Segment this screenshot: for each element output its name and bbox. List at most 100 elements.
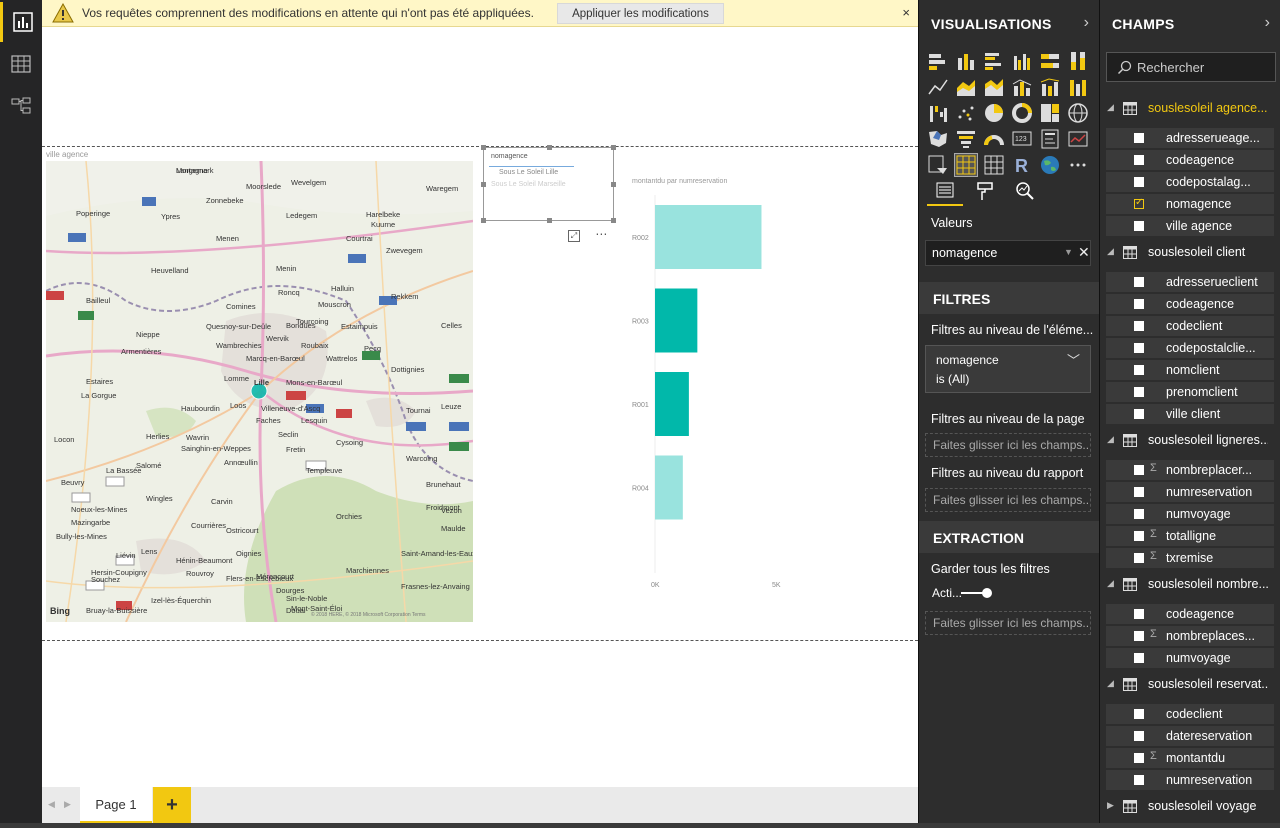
field-item[interactable]: Σnombreplaces... (1106, 626, 1274, 646)
field-item[interactable]: codeclient (1106, 704, 1274, 724)
field-checkbox[interactable] (1134, 731, 1144, 741)
focus-mode-icon[interactable]: ⤢ (568, 230, 580, 242)
field-table[interactable]: ◢ souslesoleil nombre... (1100, 574, 1280, 596)
field-item[interactable]: codeagence (1106, 150, 1274, 170)
page-filters-drop-zone[interactable]: Faites glisser ici les champs... (925, 433, 1091, 457)
tab-analytics[interactable] (1007, 176, 1043, 206)
field-checkbox[interactable] (1134, 197, 1144, 209)
chevron-down-icon[interactable]: ◢ (1107, 246, 1114, 257)
stacked-bar-icon[interactable] (927, 50, 949, 72)
fields-search-input[interactable]: Rechercher (1106, 52, 1276, 82)
resize-handle[interactable] (481, 145, 486, 150)
field-checkbox[interactable] (1134, 409, 1144, 419)
field-item[interactable]: Σtotalligne (1106, 526, 1274, 546)
field-checkbox[interactable] (1134, 133, 1144, 143)
field-checkbox[interactable] (1134, 509, 1144, 519)
field-checkbox[interactable] (1134, 321, 1144, 331)
bar-r002[interactable] (655, 205, 762, 269)
field-item[interactable]: Σtxremise (1106, 548, 1274, 568)
bar-r004[interactable] (655, 455, 683, 520)
field-checkbox[interactable] (1134, 653, 1144, 663)
bar-r003[interactable] (655, 288, 698, 353)
field-checkbox[interactable] (1134, 365, 1144, 375)
field-item[interactable]: prenomclient (1106, 382, 1274, 402)
bar-chart[interactable]: montantdu par numreservation R002 R003 R00… (622, 173, 822, 603)
field-item[interactable]: codepostalclie... (1106, 338, 1274, 358)
waterfall-icon[interactable] (927, 102, 949, 124)
area-chart-icon[interactable] (955, 76, 977, 98)
slicer-item[interactable]: Sous Le Soleil Marseille (491, 181, 566, 188)
more-options-icon[interactable]: ⋯ (595, 227, 607, 241)
field-item[interactable]: ville client (1106, 404, 1274, 424)
table-visual-icon[interactable] (954, 153, 978, 177)
multi-row-card-icon[interactable] (1039, 128, 1061, 150)
stacked-area-icon[interactable] (983, 76, 1005, 98)
apply-changes-button[interactable]: Appliquer les modifications (557, 3, 724, 24)
resize-handle[interactable] (547, 218, 552, 223)
tab-fields[interactable] (927, 176, 963, 206)
line-chart-icon[interactable] (927, 76, 949, 98)
field-item[interactable]: ville agence (1106, 216, 1274, 236)
field-table[interactable]: ◢ souslesoleil agence... (1100, 98, 1280, 120)
chevron-down-icon[interactable]: ◢ (1107, 678, 1114, 689)
tab-page-1[interactable]: Page 1 (80, 787, 152, 823)
slicer-icon[interactable] (927, 154, 949, 176)
donut-chart-icon[interactable] (1011, 102, 1033, 124)
field-table[interactable]: ▶ souslesoleil voyage (1100, 796, 1280, 818)
chevron-right-icon[interactable]: › (1084, 14, 1089, 32)
model-view-button[interactable] (0, 86, 42, 126)
treemap-icon[interactable] (1039, 102, 1061, 124)
arcgis-map-icon[interactable] (1039, 154, 1061, 176)
field-checkbox[interactable] (1134, 753, 1144, 763)
stacked-column-icon[interactable] (955, 50, 977, 72)
field-checkbox[interactable] (1134, 221, 1144, 231)
field-checkbox[interactable] (1134, 277, 1144, 287)
line-clustered-column-icon[interactable] (1011, 76, 1033, 98)
100-stacked-column-icon[interactable] (1067, 50, 1089, 72)
field-item[interactable]: numvoyage (1106, 504, 1274, 524)
clustered-bar-icon[interactable] (983, 50, 1005, 72)
tab-prev-icon[interactable]: ◀ (48, 799, 55, 810)
field-item[interactable]: numreservation (1106, 482, 1274, 502)
line-stacked-column-icon[interactable] (1039, 76, 1061, 98)
field-item[interactable]: nomagence (1106, 194, 1274, 214)
funnel-icon[interactable] (955, 128, 977, 150)
kpi-icon[interactable] (1067, 128, 1089, 150)
resize-handle[interactable] (481, 218, 486, 223)
tab-next-icon[interactable]: ▶ (64, 799, 71, 810)
chevron-down-icon[interactable]: ◢ (1107, 102, 1114, 113)
data-view-button[interactable] (0, 44, 42, 84)
field-item[interactable]: adresserueage... (1106, 128, 1274, 148)
field-table[interactable]: ◢ souslesoleil client (1100, 242, 1280, 264)
resize-handle[interactable] (611, 182, 616, 187)
field-checkbox[interactable] (1134, 631, 1144, 641)
chevron-right-icon[interactable]: › (1265, 14, 1270, 32)
field-item[interactable]: nomclient (1106, 360, 1274, 380)
resize-handle[interactable] (611, 218, 616, 223)
field-checkbox[interactable] (1134, 177, 1144, 187)
field-item[interactable]: Σmontantdu (1106, 748, 1274, 768)
field-item[interactable]: numvoyage (1106, 648, 1274, 668)
chevron-down-icon[interactable]: ◢ (1107, 578, 1114, 589)
keep-filters-toggle[interactable] (961, 586, 995, 600)
bar-r001[interactable] (655, 372, 689, 436)
report-view-button[interactable] (0, 2, 42, 42)
drillthrough-drop-zone[interactable]: Faites glisser ici les champs... (925, 611, 1091, 635)
clustered-column-icon[interactable] (1011, 50, 1033, 72)
field-checkbox[interactable] (1134, 775, 1144, 785)
more-visuals-icon[interactable] (1067, 154, 1089, 176)
field-checkbox[interactable] (1134, 155, 1144, 165)
map-visual[interactable]: Langemark Moorslede Wevelgem Waregem Poperin… (46, 161, 473, 622)
field-checkbox[interactable] (1134, 709, 1144, 719)
field-item[interactable]: numreservation (1106, 770, 1274, 790)
tab-format[interactable] (967, 176, 1003, 206)
agency-slicer[interactable]: nomagence Sous Le Soleil Lille Sous Le S… (481, 145, 616, 223)
field-item[interactable]: codeagence (1106, 604, 1274, 624)
field-item[interactable]: datereservation (1106, 726, 1274, 746)
100-stacked-bar-icon[interactable] (1039, 50, 1061, 72)
resize-handle[interactable] (547, 145, 552, 150)
add-page-button[interactable]: + (153, 787, 191, 823)
field-item[interactable]: adresserueclient (1106, 272, 1274, 292)
globe-map-icon[interactable] (1067, 102, 1089, 124)
close-icon[interactable]: × (902, 5, 910, 20)
